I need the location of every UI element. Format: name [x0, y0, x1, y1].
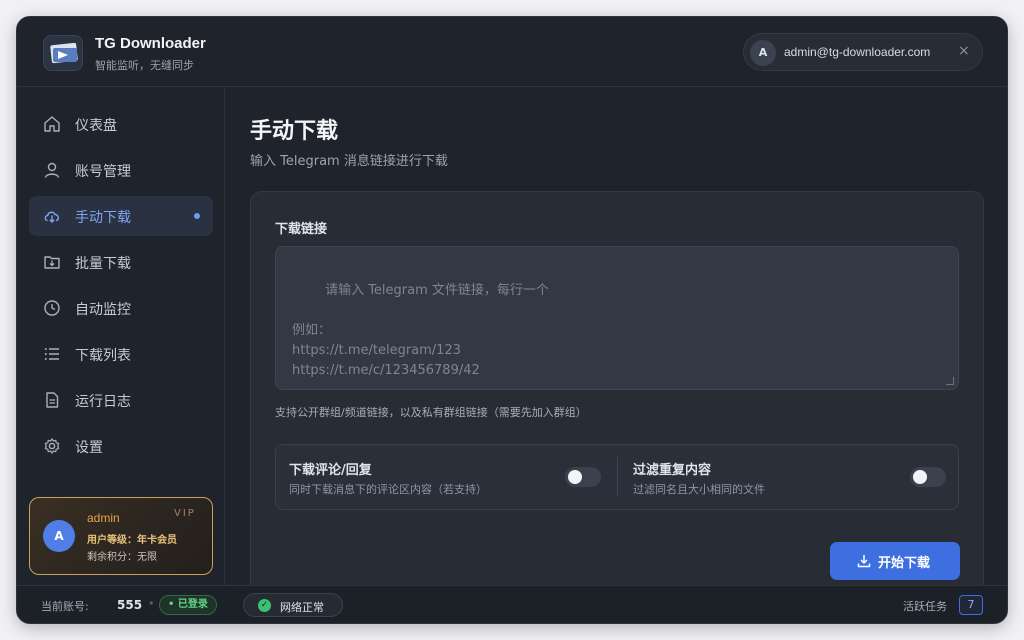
- sidebar-item-batch-download[interactable]: 批量下载: [29, 242, 213, 282]
- option-desc-comments: 同时下载消息下的评论区内容（若支持）: [289, 483, 487, 496]
- sidebar-item-settings[interactable]: 设置: [29, 426, 213, 466]
- sidebar: 仪表盘 账号管理 手动下载 批量下载 自动监控 下载列表 运行日志 设置 A a…: [17, 87, 225, 585]
- download-link-hint: 支持公开群组/频道链接，以及私有群组链接（需要先加入群组）: [275, 406, 587, 419]
- sidebar-item-dashboard[interactable]: 仪表盘: [29, 104, 213, 144]
- user-account-pill[interactable]: A admin@tg-downloader.com ×: [743, 33, 983, 71]
- app-subtitle: 智能监听，无缝同步: [95, 59, 194, 72]
- clock-icon: [44, 300, 60, 316]
- sidebar-item-label: 下载列表: [75, 348, 131, 364]
- list-icon: [44, 348, 59, 360]
- toggle-filter-duplicates[interactable]: [910, 467, 946, 487]
- app-header: TG Downloader 智能监听，无缝同步 A admin@tg-downl…: [17, 17, 1007, 87]
- sidebar-item-label: 运行日志: [75, 394, 131, 410]
- status-badge: • 已登录: [159, 595, 217, 615]
- options-divider: [617, 457, 618, 497]
- toggle-knob: [913, 470, 927, 484]
- start-download-label: 开始下载: [878, 556, 931, 571]
- cloud-download-icon: [44, 211, 60, 223]
- option-title-comments: 下载评论/回复: [289, 463, 372, 478]
- download-link-textarea[interactable]: 请输入 Telegram 文件链接，每行一个 例如： https://t.me/…: [275, 246, 959, 390]
- current-account-label: 当前账号:: [41, 600, 89, 613]
- sidebar-item-label: 自动监控: [75, 302, 131, 318]
- sidebar-item-label: 批量下载: [75, 256, 131, 272]
- avatar: A: [43, 520, 75, 552]
- active-tasks-count[interactable]: 7: [959, 595, 983, 615]
- status-bar: 当前账号: 555 • • 已登录 ✓ 网络正常 活跃任务 7: [17, 585, 1007, 623]
- download-options-panel: 下载评论/回复 同时下载消息下的评论区内容（若支持） 过滤重复内容 过滤同名且大…: [275, 444, 959, 510]
- option-desc-dedupe: 过滤同名且大小相同的文件: [633, 483, 765, 496]
- home-icon: [44, 116, 60, 132]
- sidebar-item-manual-download[interactable]: 手动下载: [29, 196, 213, 236]
- textarea-placeholder: 请输入 Telegram 文件链接，每行一个 例如： https://t.me/…: [292, 283, 549, 378]
- close-icon[interactable]: ×: [958, 43, 970, 59]
- current-account-value: 555: [117, 598, 143, 612]
- toggle-knob: [568, 470, 582, 484]
- user-email: admin@tg-downloader.com: [784, 45, 931, 59]
- option-title-dedupe: 过滤重复内容: [633, 463, 712, 478]
- folder-download-icon: [44, 256, 60, 269]
- main-content: 手动下载 输入 Telegram 消息链接进行下载 下载链接 请输入 Teleg…: [226, 87, 1007, 601]
- page-subtitle: 输入 Telegram 消息链接进行下载: [250, 154, 448, 169]
- sidebar-item-run-log[interactable]: 运行日志: [29, 380, 213, 420]
- app-title: TG Downloader: [95, 35, 206, 52]
- sidebar-item-label: 账号管理: [75, 164, 131, 180]
- download-form-card: 下载链接 请输入 Telegram 文件链接，每行一个 例如： https://…: [250, 191, 984, 601]
- app-logo-icon: [43, 35, 83, 71]
- sidebar-item-auto-monitor[interactable]: 自动监控: [29, 288, 213, 328]
- status-separator: •: [148, 597, 155, 610]
- sidebar-item-accounts[interactable]: 账号管理: [29, 150, 213, 190]
- vip-user-credit: 剩余积分：无限: [87, 552, 157, 563]
- start-download-button[interactable]: 开始下载: [830, 542, 960, 580]
- page-title: 手动下载: [250, 119, 339, 144]
- resize-handle-icon[interactable]: [946, 377, 954, 385]
- network-status-pill: ✓ 网络正常: [243, 593, 343, 617]
- file-icon: [46, 392, 59, 408]
- user-avatar: A: [750, 40, 776, 66]
- vip-user-card[interactable]: A admin VIP 用户等级：年卡会员 剩余积分：无限: [29, 497, 213, 575]
- user-icon: [44, 162, 60, 178]
- active-indicator-dot: [194, 213, 200, 219]
- sidebar-item-label: 手动下载: [75, 210, 131, 226]
- vip-tag: VIP: [174, 508, 196, 519]
- sidebar-item-label: 仪表盘: [75, 118, 117, 134]
- toggle-download-comments[interactable]: [565, 467, 601, 487]
- network-status-text: 网络正常: [280, 601, 324, 614]
- download-link-label: 下载链接: [275, 222, 328, 237]
- sidebar-item-download-list[interactable]: 下载列表: [29, 334, 213, 374]
- app-window: TG Downloader 智能监听，无缝同步 A admin@tg-downl…: [16, 16, 1008, 624]
- check-icon: ✓: [258, 599, 271, 612]
- active-tasks-label: 活跃任务: [903, 600, 947, 613]
- vip-user-name: admin: [87, 511, 120, 525]
- gear-icon: [44, 438, 60, 454]
- sidebar-item-label: 设置: [75, 440, 103, 456]
- download-icon: [857, 555, 871, 568]
- vip-user-level: 用户等级：年卡会员: [87, 535, 177, 546]
